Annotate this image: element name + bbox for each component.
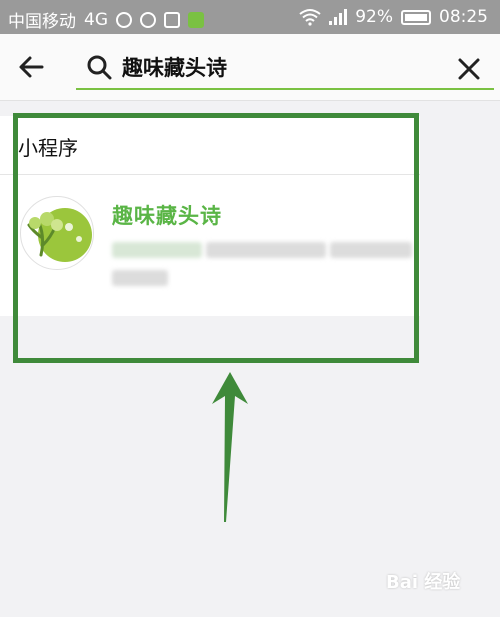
search-input[interactable] (122, 52, 422, 82)
wifi-icon (299, 9, 321, 26)
carrier-label: 中国移动 (8, 12, 76, 32)
search-header (0, 34, 500, 101)
hd-call-icon (116, 11, 132, 28)
battery-icon (401, 9, 431, 25)
close-icon[interactable] (454, 54, 484, 84)
up-arrow-icon (212, 372, 248, 522)
magnifier-icon (87, 55, 112, 80)
battery-percent: 92% (355, 7, 393, 27)
sync-icon (140, 11, 156, 28)
highlight-frame (13, 113, 419, 363)
search-box[interactable] (76, 48, 494, 90)
signal-icon (329, 9, 348, 25)
app-notification-icon (188, 11, 204, 28)
status-bar: 中国移动 4G 92% 08:25 (0, 0, 500, 34)
network-label: 4G (84, 9, 108, 30)
status-bar-right: 92% 08:25 (299, 7, 488, 27)
arrow-left-icon[interactable] (14, 50, 48, 84)
status-bar-left: 中国移动 4G (8, 7, 204, 32)
clock: 08:25 (439, 7, 488, 27)
watermark: Bai 经验 (386, 572, 461, 593)
image-icon (164, 11, 180, 28)
